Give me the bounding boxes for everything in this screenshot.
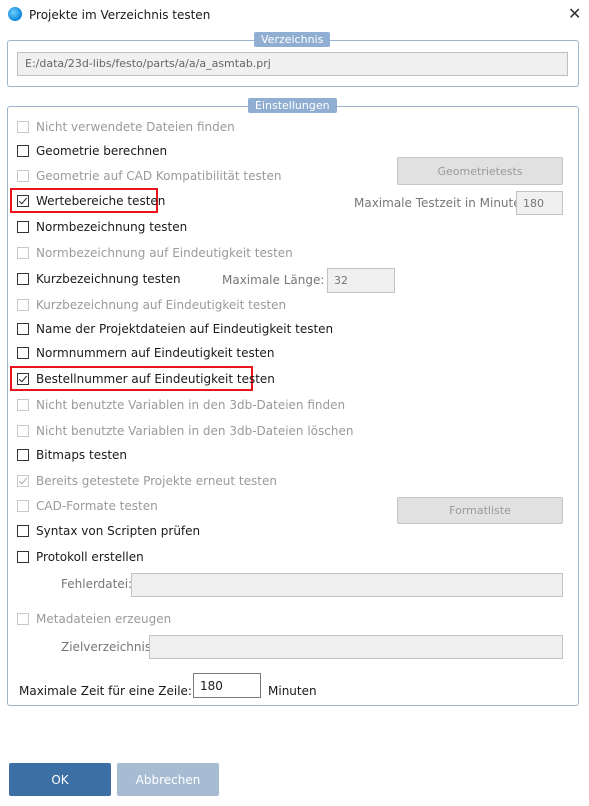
option-label: Nicht verwendete Dateien finden xyxy=(36,120,235,134)
checkbox[interactable] xyxy=(17,525,29,537)
option-label: Nicht benutzte Variablen in den 3db-Date… xyxy=(36,424,354,438)
option-variablen-finden: Nicht benutzte Variablen in den 3db-Date… xyxy=(17,397,345,413)
option-normbezeichnung-eindeutigkeit: Normbezeichnung auf Eindeutigkeit testen xyxy=(17,245,293,261)
option-label: Kurzbezeichnung auf Eindeutigkeit testen xyxy=(36,298,287,312)
checkmark-icon[interactable] xyxy=(17,195,29,207)
option-geometrie-berechnen[interactable]: Geometrie berechnen xyxy=(17,143,167,159)
option-label: Kurzbezeichnung testen xyxy=(36,272,181,286)
option-label: Bitmaps testen xyxy=(36,448,128,462)
max-testzeit-input: 180 xyxy=(516,191,563,215)
einstellungen-legend: Einstellungen xyxy=(248,98,337,113)
option-label: Protokoll erstellen xyxy=(36,550,144,564)
option-name-projektdateien[interactable]: Name der Projektdateien auf Eindeutigkei… xyxy=(17,321,333,337)
checkbox xyxy=(17,170,29,182)
option-protokoll[interactable]: Protokoll erstellen xyxy=(17,549,144,565)
ok-button[interactable]: OK xyxy=(9,763,111,796)
option-label: Name der Projektdateien auf Eindeutigkei… xyxy=(36,322,334,336)
option-variablen-loeschen: Nicht benutzte Variablen in den 3db-Date… xyxy=(17,423,353,439)
option-wertebereiche[interactable]: Wertebereiche testen xyxy=(17,193,165,209)
option-normbezeichnung[interactable]: Normbezeichnung testen xyxy=(17,219,187,235)
checkbox[interactable] xyxy=(17,347,29,359)
checkbox[interactable] xyxy=(17,323,29,335)
checkbox[interactable] xyxy=(17,273,29,285)
option-geometrie-cad: Geometrie auf CAD Kompatibilität testen xyxy=(17,168,281,184)
checkbox[interactable] xyxy=(17,551,29,563)
max-testzeit-label: Maximale Testzeit in Minuten: xyxy=(354,196,533,210)
title-bar: Projekte im Verzeichnis testen ✕ xyxy=(0,0,589,30)
checkbox xyxy=(17,299,29,311)
verzeichnis-legend: Verzeichnis xyxy=(254,32,331,47)
option-bereits-getestete: Bereits getestete Projekte erneut testen xyxy=(17,473,277,489)
max-laenge-input: 32 xyxy=(327,268,395,293)
formatliste-button: Formatliste xyxy=(397,497,563,524)
option-normnummern[interactable]: Normnummern auf Eindeutigkeit testen xyxy=(17,345,274,361)
geometrietests-button: Geometrietests xyxy=(397,157,563,185)
option-label: Nicht benutzte Variablen in den 3db-Date… xyxy=(36,398,346,412)
close-icon[interactable]: ✕ xyxy=(568,4,581,23)
cancel-button[interactable]: Abbrechen xyxy=(117,763,219,796)
option-cad-formate: CAD-Formate testen xyxy=(17,498,158,514)
checkbox xyxy=(17,121,29,133)
option-kurzbezeichnung-eindeutigkeit: Kurzbezeichnung auf Eindeutigkeit testen xyxy=(17,297,286,313)
window-title: Projekte im Verzeichnis testen xyxy=(29,8,211,22)
zielverzeichnis-input xyxy=(149,635,563,659)
app-globe-icon xyxy=(8,7,22,21)
option-nicht-verwendete: Nicht verwendete Dateien finden xyxy=(17,119,235,135)
checkmark-icon[interactable] xyxy=(17,373,29,385)
checkbox xyxy=(17,399,29,411)
option-label: Geometrie auf CAD Kompatibilität testen xyxy=(36,169,282,183)
option-label: Metadateien erzeugen xyxy=(36,612,172,626)
option-label: Bestellnummer auf Eindeutigkeit testen xyxy=(36,372,275,386)
minuten-label: Minuten xyxy=(268,684,317,698)
checkbox[interactable] xyxy=(17,145,29,157)
option-metadateien: Metadateien erzeugen xyxy=(17,611,171,627)
option-bestellnummer[interactable]: Bestellnummer auf Eindeutigkeit testen xyxy=(17,371,275,387)
option-syntax[interactable]: Syntax von Scripten prüfen xyxy=(17,523,200,539)
option-label: Normbezeichnung testen xyxy=(36,220,188,234)
checkbox[interactable] xyxy=(17,449,29,461)
checkbox xyxy=(17,425,29,437)
option-bitmaps[interactable]: Bitmaps testen xyxy=(17,447,127,463)
max-zeit-input[interactable]: 180 xyxy=(193,673,261,698)
max-laenge-label: Maximale Länge: xyxy=(222,273,325,287)
option-label: Syntax von Scripten prüfen xyxy=(36,524,201,538)
checkbox[interactable] xyxy=(17,221,29,233)
zielverzeichnis-label: Zielverzeichnis: xyxy=(61,640,156,654)
option-label: Geometrie berechnen xyxy=(36,144,168,158)
fehlerdatei-label: Fehlerdatei: xyxy=(61,577,133,591)
checkmark-icon xyxy=(17,475,29,487)
option-label: Wertebereiche testen xyxy=(36,194,166,208)
option-label: Normbezeichnung auf Eindeutigkeit testen xyxy=(36,246,293,260)
option-label: Bereits getestete Projekte erneut testen xyxy=(36,474,277,488)
fehlerdatei-input xyxy=(131,573,563,597)
checkbox xyxy=(17,247,29,259)
checkbox xyxy=(17,500,29,512)
option-label: Normnummern auf Eindeutigkeit testen xyxy=(36,346,275,360)
checkbox xyxy=(17,613,29,625)
max-zeit-label: Maximale Zeit für eine Zeile: xyxy=(19,684,192,698)
directory-path-field: E:/data/23d-libs/festo/parts/a/a/a_asmta… xyxy=(17,52,568,76)
option-label: CAD-Formate testen xyxy=(36,499,158,513)
option-kurzbezeichnung[interactable]: Kurzbezeichnung testen xyxy=(17,271,181,287)
